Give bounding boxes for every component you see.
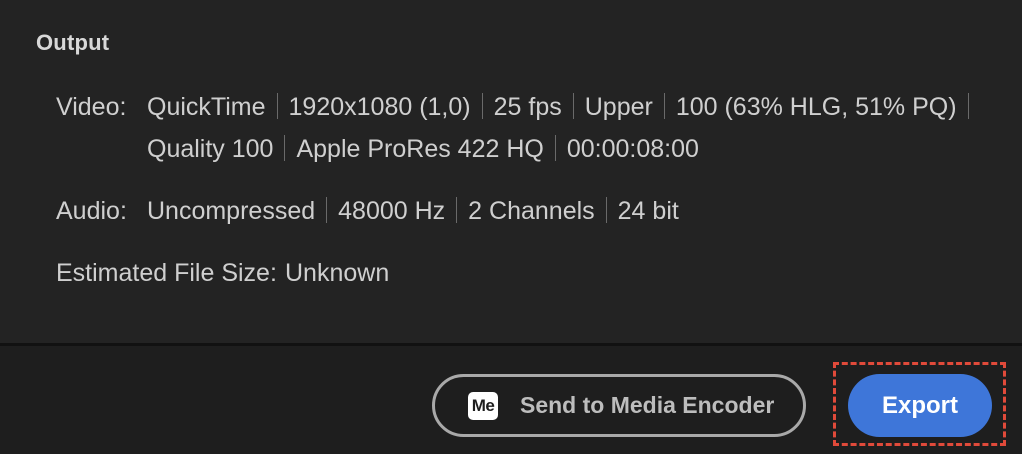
- separator: [456, 197, 458, 223]
- send-to-media-encoder-label: Send to Media Encoder: [520, 392, 775, 418]
- export-output-panel: Output Video: QuickTime 1920x1080 (1,0) 25…: [0, 0, 1022, 454]
- separator: [554, 135, 556, 161]
- video-hdr-level: 100 (63% HLG, 51% PQ): [675, 93, 957, 121]
- media-encoder-icon: Me: [468, 391, 498, 420]
- audio-values: Uncompressed 48000 Hz 2 Channels 24 bit: [147, 190, 679, 232]
- separator: [967, 93, 969, 119]
- video-info-row: Video: QuickTime 1920x1080 (1,0) 25 fps Upp…: [0, 86, 1022, 176]
- video-format: QuickTime: [147, 93, 266, 121]
- video-codec: Apple ProRes 422 HQ: [296, 135, 544, 163]
- video-resolution: 1920x1080 (1,0): [288, 93, 471, 121]
- export-button[interactable]: Export: [848, 374, 992, 437]
- file-size-label: Estimated File Size:: [56, 259, 277, 287]
- video-values-line2: Quality 100 Apple ProRes 422 HQ 00:00:08:0…: [147, 128, 699, 170]
- separator: [276, 93, 278, 119]
- file-size-row: Estimated File Size: Unknown: [0, 252, 1022, 294]
- separator: [572, 93, 574, 119]
- video-duration: 00:00:08:00: [566, 135, 699, 163]
- audio-sample-rate: 48000 Hz: [338, 197, 446, 225]
- separator: [481, 93, 483, 119]
- file-size-value: Unknown: [285, 259, 390, 287]
- audio-info-row: Audio: Uncompressed 48000 Hz 2 Channels 24 …: [0, 190, 1022, 232]
- video-frame-rate: 25 fps: [493, 93, 562, 121]
- audio-label: Audio:: [56, 197, 127, 225]
- video-field-order: Upper: [584, 93, 653, 121]
- separator: [605, 197, 607, 223]
- audio-channels: 2 Channels: [468, 197, 595, 225]
- send-to-media-encoder-button[interactable]: Me Send to Media Encoder: [432, 374, 806, 437]
- separator: [326, 197, 328, 223]
- video-label: Video:: [56, 93, 127, 121]
- export-label: Export: [881, 391, 958, 419]
- separator: [663, 93, 665, 119]
- audio-format: Uncompressed: [147, 197, 316, 225]
- separator: [284, 135, 286, 161]
- video-values-line1: QuickTime 1920x1080 (1,0) 25 fps Upper 100 (…: [147, 86, 980, 128]
- output-section-title: Output: [36, 30, 110, 55]
- video-quality: Quality 100: [147, 135, 274, 163]
- audio-bit-depth: 24 bit: [617, 197, 679, 225]
